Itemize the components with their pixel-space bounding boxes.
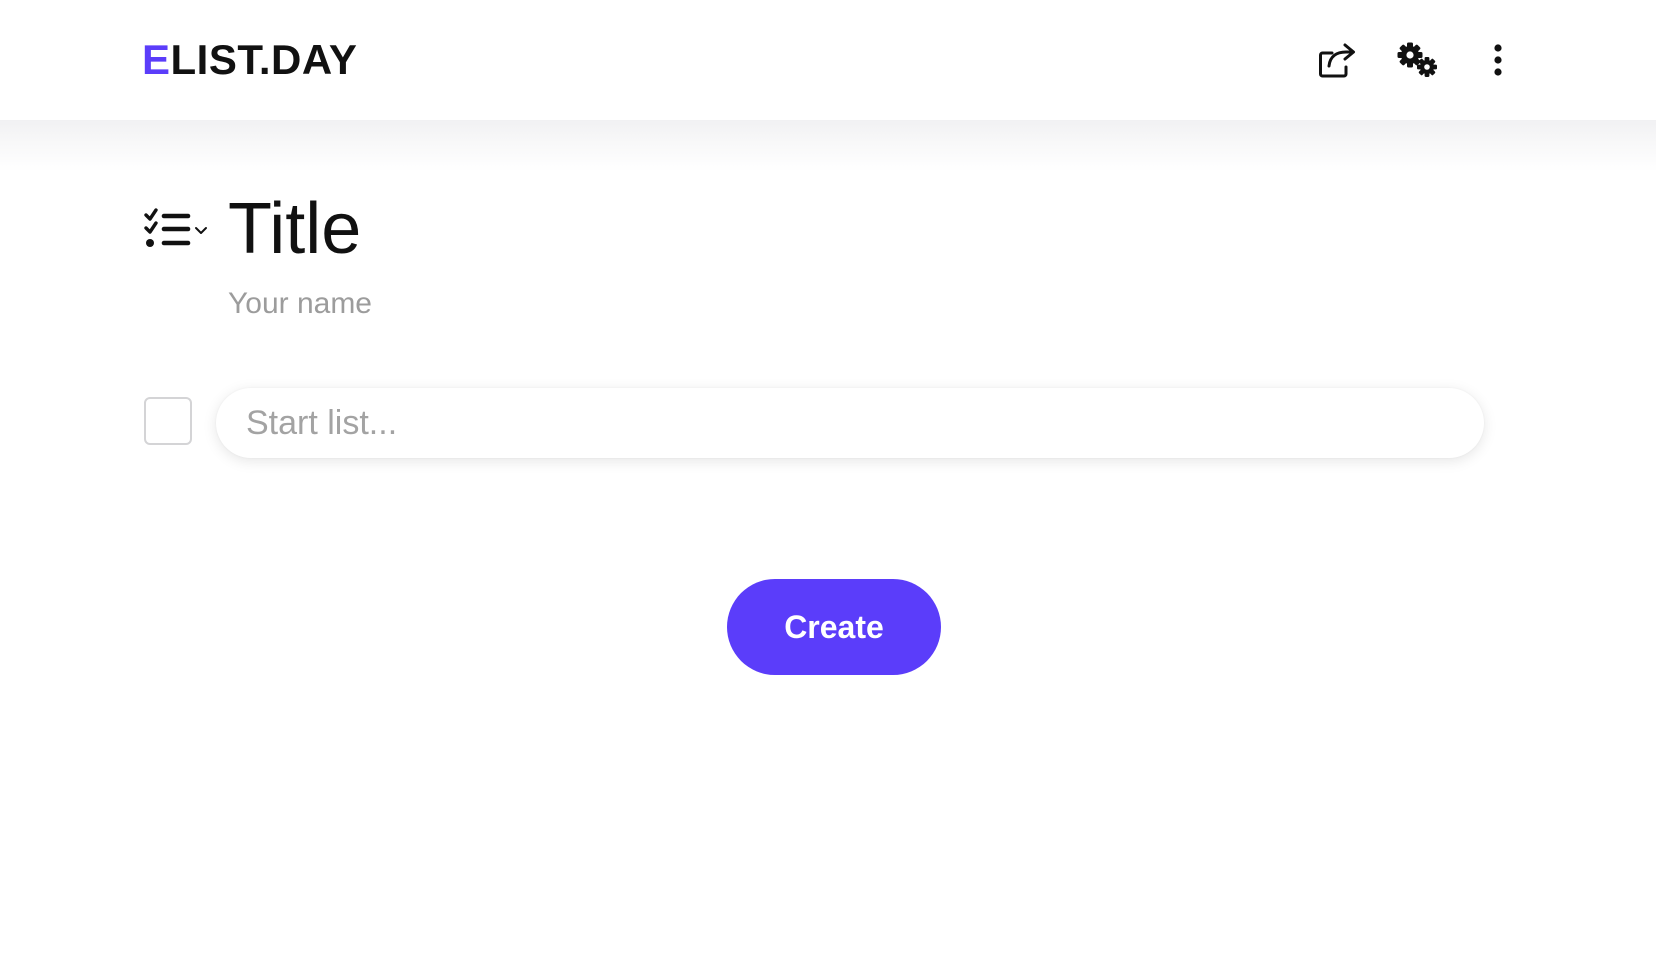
logo[interactable]: ELIST.DAY — [142, 36, 357, 84]
settings-gears-icon — [1397, 42, 1437, 77]
more-menu-button[interactable] — [1476, 38, 1520, 82]
share-icon — [1319, 43, 1355, 78]
title-input[interactable] — [226, 186, 1430, 272]
create-button[interactable]: Create — [727, 579, 941, 675]
list-item-input[interactable] — [216, 388, 1484, 458]
list-type-selector[interactable] — [144, 206, 212, 252]
item-checkbox[interactable] — [144, 397, 192, 445]
app-header: ELIST.DAY — [0, 0, 1656, 120]
more-vertical-icon — [1494, 44, 1502, 76]
logo-accent-letter: E — [142, 36, 171, 83]
logo-text: LIST.DAY — [170, 36, 358, 83]
share-button[interactable] — [1316, 38, 1360, 82]
author-name-input[interactable] — [228, 284, 828, 324]
settings-button[interactable] — [1396, 38, 1440, 82]
header-shadow — [0, 120, 1656, 172]
chevron-down-icon — [195, 227, 207, 234]
